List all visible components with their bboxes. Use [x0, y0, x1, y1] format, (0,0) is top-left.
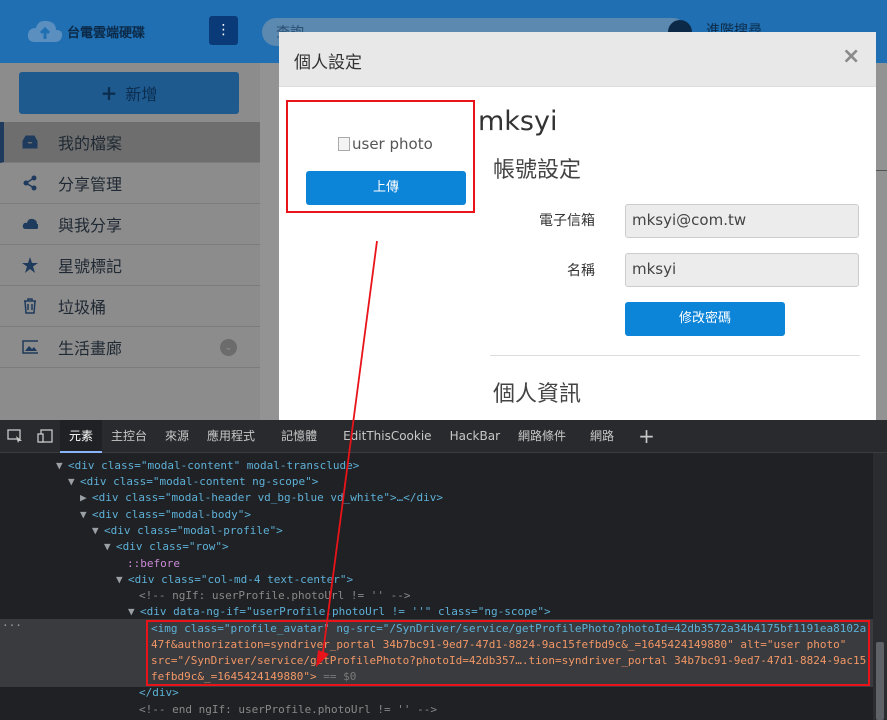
annotation-arrow [316, 240, 378, 667]
